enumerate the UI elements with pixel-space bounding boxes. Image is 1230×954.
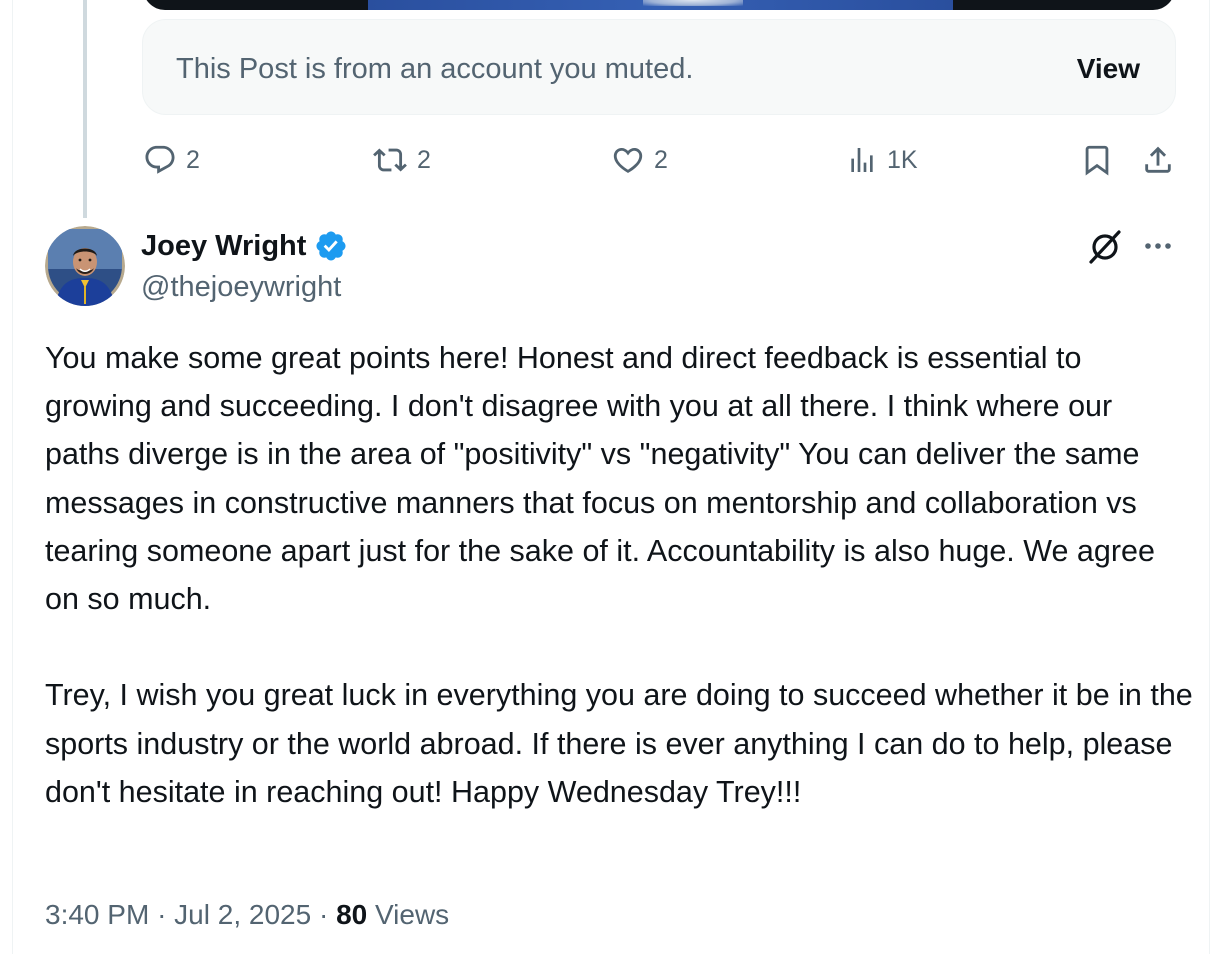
view-muted-post-button[interactable]: View bbox=[1077, 52, 1140, 86]
muted-post-notice: This Post is from an account you muted. … bbox=[142, 19, 1176, 115]
like-button[interactable]: 2 bbox=[611, 140, 668, 180]
author-display-name[interactable]: Joey Wright bbox=[141, 226, 306, 266]
author-handle[interactable]: @thejoeywright bbox=[141, 267, 341, 307]
more-icon[interactable] bbox=[1141, 232, 1175, 260]
post-metadata: 3:40 PM · Jul 2, 2025 · 80 Views bbox=[45, 895, 449, 935]
analytics-icon bbox=[851, 148, 873, 172]
bookmark-button[interactable] bbox=[1080, 140, 1114, 180]
view-count: 1K bbox=[887, 146, 918, 174]
timeline-border-right bbox=[1209, 0, 1210, 954]
heart-icon bbox=[613, 147, 643, 173]
repost-button[interactable]: 2 bbox=[372, 140, 431, 180]
verified-badge-icon bbox=[316, 231, 346, 261]
bookmark-icon bbox=[1085, 145, 1109, 176]
muted-notice-text: This Post is from an account you muted. bbox=[176, 53, 694, 85]
meta-separator: · bbox=[157, 899, 167, 930]
repost-icon bbox=[373, 148, 407, 172]
profile-photo-icon bbox=[45, 226, 125, 306]
post-thread: This Post is from an account you muted. … bbox=[0, 0, 1230, 954]
post-date[interactable]: Jul 2, 2025 bbox=[174, 899, 311, 930]
reply-icon bbox=[145, 145, 175, 174]
post-time[interactable]: 3:40 PM bbox=[45, 899, 149, 930]
views-count: 80 bbox=[336, 899, 368, 930]
share-button[interactable] bbox=[1141, 140, 1175, 180]
reply-button[interactable]: 2 bbox=[143, 140, 200, 180]
thread-connector-line bbox=[83, 0, 87, 218]
post-body-text: You make some great points here! Honest … bbox=[45, 341, 1193, 809]
media-image-highlight bbox=[643, 0, 743, 6]
like-count: 2 bbox=[654, 146, 668, 174]
post-media-image[interactable] bbox=[143, 0, 1175, 10]
avatar[interactable] bbox=[45, 226, 125, 306]
reply-count: 2 bbox=[186, 146, 200, 174]
view-analytics-button[interactable]: 1K bbox=[846, 140, 918, 180]
views-label: Views bbox=[375, 899, 450, 930]
meta-separator: · bbox=[318, 899, 329, 930]
share-icon bbox=[1145, 146, 1171, 173]
timeline-border-left bbox=[12, 0, 13, 954]
repost-count: 2 bbox=[417, 146, 431, 174]
grok-icon[interactable] bbox=[1086, 228, 1124, 266]
